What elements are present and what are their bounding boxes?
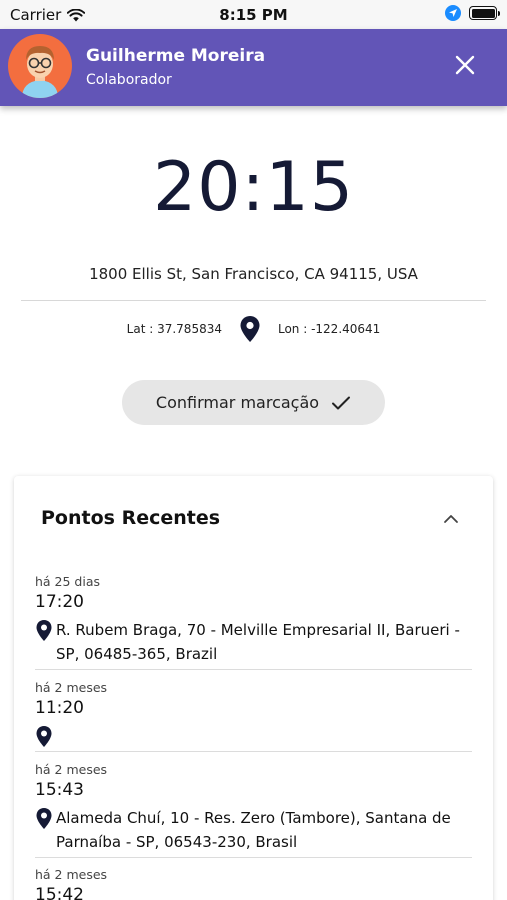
entry-address: R. Rubem Braga, 70 - Melville Empresaria… xyxy=(56,621,460,663)
chevron-up-icon[interactable] xyxy=(442,510,460,528)
entry-time: 15:43 xyxy=(35,780,84,800)
confirm-button-label: Confirmar marcação xyxy=(155,393,320,412)
divider xyxy=(35,857,472,858)
location-pin-icon xyxy=(36,808,52,829)
divider xyxy=(35,669,472,670)
entry-ago: há 25 dias xyxy=(35,574,101,589)
current-address: 1800 Ellis St, San Francisco, CA 94115, … xyxy=(89,265,418,283)
recent-points-card: Pontos Recentes há 25 dias 17:20 R. Rube… xyxy=(14,476,493,900)
close-button[interactable] xyxy=(453,53,477,77)
avatar xyxy=(8,34,72,98)
recent-points-title: Pontos Recentes xyxy=(41,507,221,529)
status-bar: Carrier 8:15 PM xyxy=(0,0,507,30)
checkmark-icon xyxy=(332,396,351,409)
coordinates-row: Lat : 37.785834 Lon : -122.40641 xyxy=(0,316,507,342)
entry-ago: há 2 meses xyxy=(35,680,108,695)
battery-icon xyxy=(469,6,500,20)
longitude-label: Lon : -122.40641 xyxy=(277,322,381,336)
close-icon xyxy=(455,55,475,75)
entry-address: Alameda Chuí, 10 - Res. Zero (Tambore), … xyxy=(56,809,451,851)
list-item[interactable]: há 2 meses 15:43 Alameda Chuí, 10 - Res.… xyxy=(35,762,472,854)
confirm-button[interactable]: Confirmar marcação xyxy=(122,380,385,425)
entry-time: 15:42 xyxy=(35,885,84,900)
user-name: Guilherme Moreira xyxy=(86,46,266,66)
divider xyxy=(21,300,486,301)
entry-time: 11:20 xyxy=(35,698,84,718)
location-pin-icon xyxy=(36,620,52,641)
user-role: Colaborador xyxy=(86,72,172,88)
list-item[interactable]: há 2 meses 11:20 xyxy=(35,680,472,749)
entry-time: 17:20 xyxy=(35,592,84,612)
entry-ago: há 2 meses xyxy=(35,762,108,777)
entry-ago: há 2 meses xyxy=(35,867,108,882)
current-time: 20:15 xyxy=(153,148,354,227)
latitude-label: Lat : 37.785834 xyxy=(126,322,222,336)
location-services-icon xyxy=(445,5,461,21)
list-item[interactable]: há 25 dias 17:20 R. Rubem Braga, 70 - Me… xyxy=(35,574,472,666)
app-header: Guilherme Moreira Colaborador xyxy=(0,29,507,106)
location-pin-icon xyxy=(240,316,260,342)
status-time: 8:15 PM xyxy=(219,6,288,24)
location-pin-icon xyxy=(36,726,52,747)
list-item[interactable]: há 2 meses 15:42 xyxy=(35,867,472,900)
divider xyxy=(35,751,472,752)
